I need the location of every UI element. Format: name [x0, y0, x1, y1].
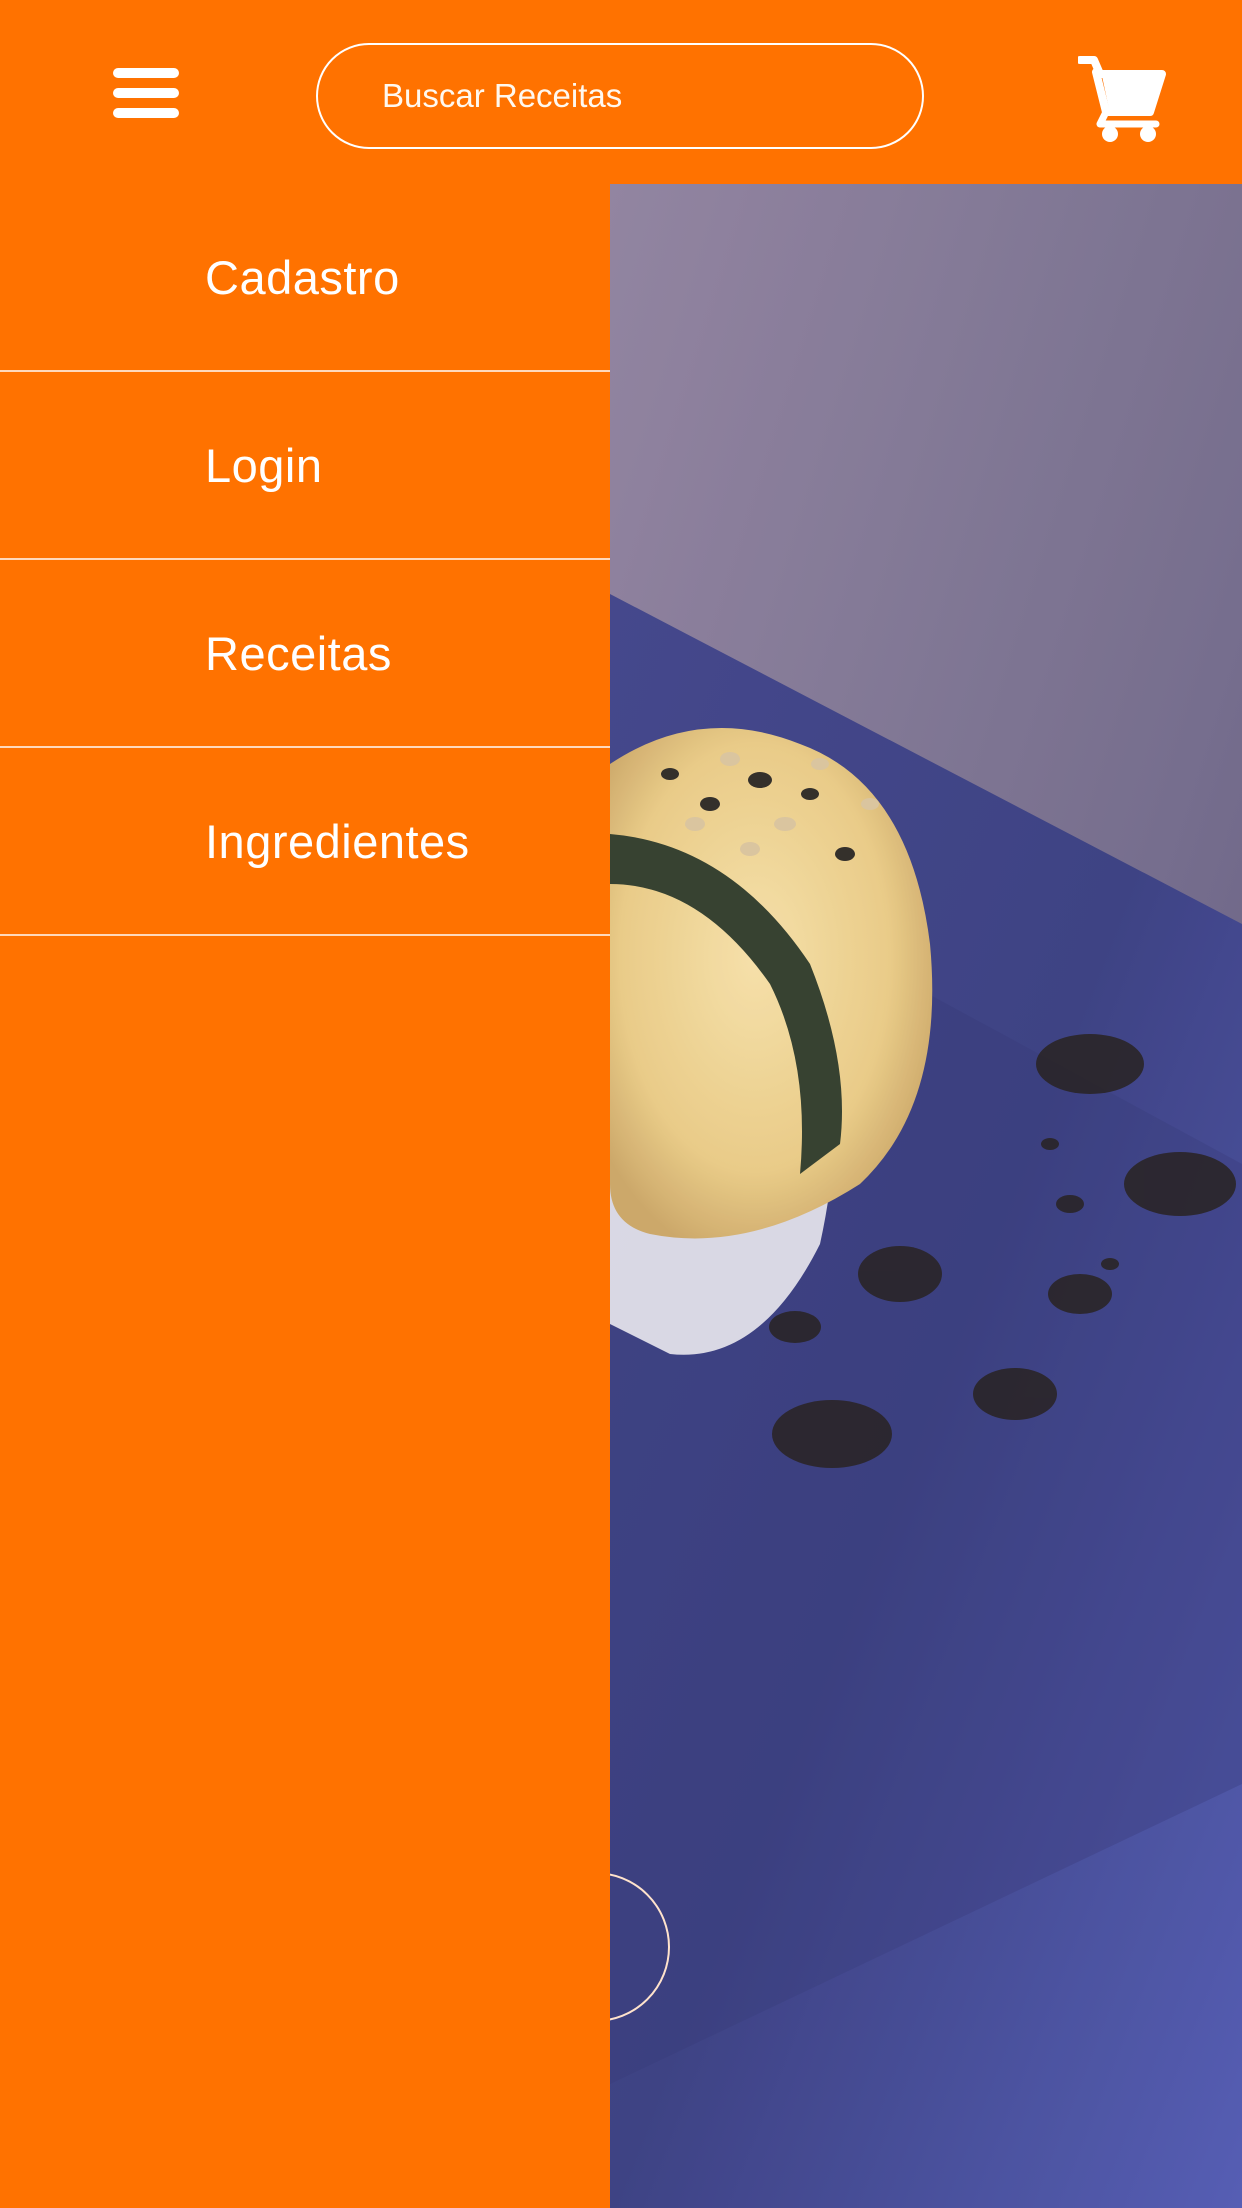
drawer-item-login[interactable]: Login [0, 372, 610, 560]
hamburger-icon-line [113, 108, 179, 118]
menu-button[interactable] [113, 68, 179, 118]
drawer-item-cadastro[interactable]: Cadastro [0, 184, 610, 372]
drawer-item-label: Ingredientes [205, 814, 470, 868]
search-input[interactable] [380, 65, 884, 127]
search-bar[interactable] [316, 43, 924, 149]
app-header [0, 0, 1242, 184]
drawer-item-receitas[interactable]: Receitas [0, 560, 610, 748]
drawer-item-label: Login [205, 438, 323, 492]
drawer-item-ingredientes[interactable]: Ingredientes [0, 748, 610, 936]
navigation-drawer: Cadastro Login Receitas Ingredientes [0, 184, 610, 2208]
drawer-item-label: Receitas [205, 626, 392, 680]
hamburger-icon-line [113, 88, 179, 98]
hamburger-icon-line [113, 68, 179, 78]
cart-icon [1076, 56, 1166, 142]
drawer-item-label: Cadastro [205, 250, 400, 304]
food-photo [610, 184, 1242, 2208]
cart-button[interactable] [1076, 54, 1166, 142]
